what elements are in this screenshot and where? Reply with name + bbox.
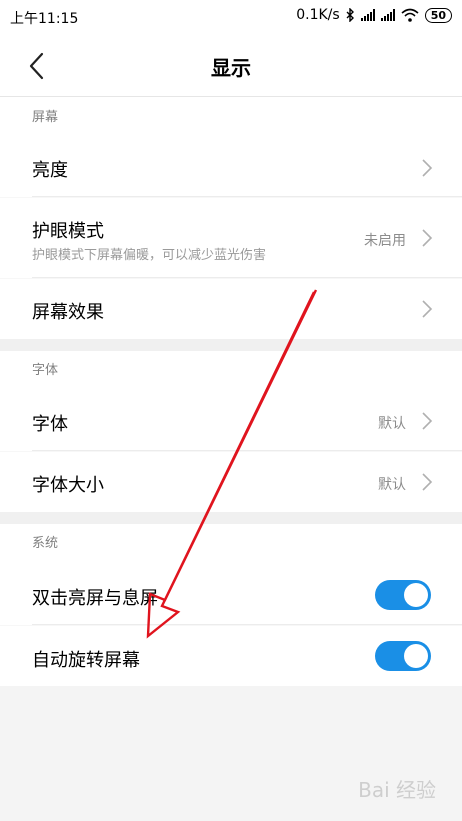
signal-icon <box>380 9 395 21</box>
chevron-right-icon <box>422 300 433 318</box>
eye-mode-label: 护眼模式 <box>32 221 104 242</box>
status-time: 上午11:15 <box>10 11 79 27</box>
section-title: 系统 <box>32 536 59 551</box>
watermark-logo: Bai 经验 <box>358 778 436 802</box>
chevron-right-icon <box>422 159 433 177</box>
font-row[interactable]: 字体 默认 <box>0 391 462 451</box>
signal-icon <box>360 9 375 21</box>
font-size-row[interactable]: 字体大小 默认 <box>0 452 462 512</box>
network-speed: 0.1K/s <box>296 7 340 23</box>
wifi-icon <box>401 8 419 22</box>
eye-mode-status: 未启用 <box>364 233 406 249</box>
chevron-right-icon <box>422 473 433 491</box>
battery-icon: 50 <box>424 7 452 23</box>
section-header-system: 系统 <box>0 524 462 564</box>
font-value: 默认 <box>378 416 406 432</box>
empty-area: Bai 经验 <box>0 686 462 821</box>
section-title: 字体 <box>32 363 59 378</box>
section-header-screen: 屏幕 <box>0 97 462 139</box>
eye-mode-description: 护眼模式下屏幕偏暖，可以减少蓝光伤害 <box>32 248 267 263</box>
double-tap-toggle[interactable] <box>375 580 431 610</box>
section-header-font: 字体 <box>0 351 462 391</box>
chevron-right-icon <box>422 229 433 247</box>
brightness-row[interactable]: 亮度 <box>0 139 462 197</box>
divider <box>32 277 462 278</box>
auto-rotate-row: 自动旋转屏幕 <box>0 626 462 686</box>
title-bar: 显示 <box>0 34 462 97</box>
chevron-right-icon <box>422 412 433 430</box>
double-tap-label: 双击亮屏与息屏 <box>32 588 158 609</box>
section-gap <box>0 512 462 524</box>
screen-effect-label: 屏幕效果 <box>32 302 104 323</box>
screen-effect-row[interactable]: 屏幕效果 <box>0 279 462 339</box>
divider <box>32 450 462 451</box>
brightness-label: 亮度 <box>32 160 68 181</box>
font-size-label: 字体大小 <box>32 475 104 496</box>
toggle-knob <box>404 583 428 607</box>
auto-rotate-toggle[interactable] <box>375 641 431 671</box>
page-title: 显示 <box>211 56 251 80</box>
divider <box>32 196 462 197</box>
section-title: 屏幕 <box>32 110 59 125</box>
font-size-value: 默认 <box>378 477 406 493</box>
section-gap <box>0 339 462 351</box>
auto-rotate-label: 自动旋转屏幕 <box>32 650 140 671</box>
divider <box>32 624 462 625</box>
font-label: 字体 <box>32 414 68 435</box>
status-bar: 上午11:15 0.1K/s 50 <box>0 0 462 34</box>
bluetooth-icon <box>346 8 354 22</box>
double-tap-row: 双击亮屏与息屏 <box>0 564 462 625</box>
eye-mode-row[interactable]: 护眼模式 护眼模式下屏幕偏暖，可以减少蓝光伤害 未启用 <box>0 198 462 278</box>
status-icons: 0.1K/s 50 <box>296 7 452 23</box>
toggle-knob <box>404 644 428 668</box>
